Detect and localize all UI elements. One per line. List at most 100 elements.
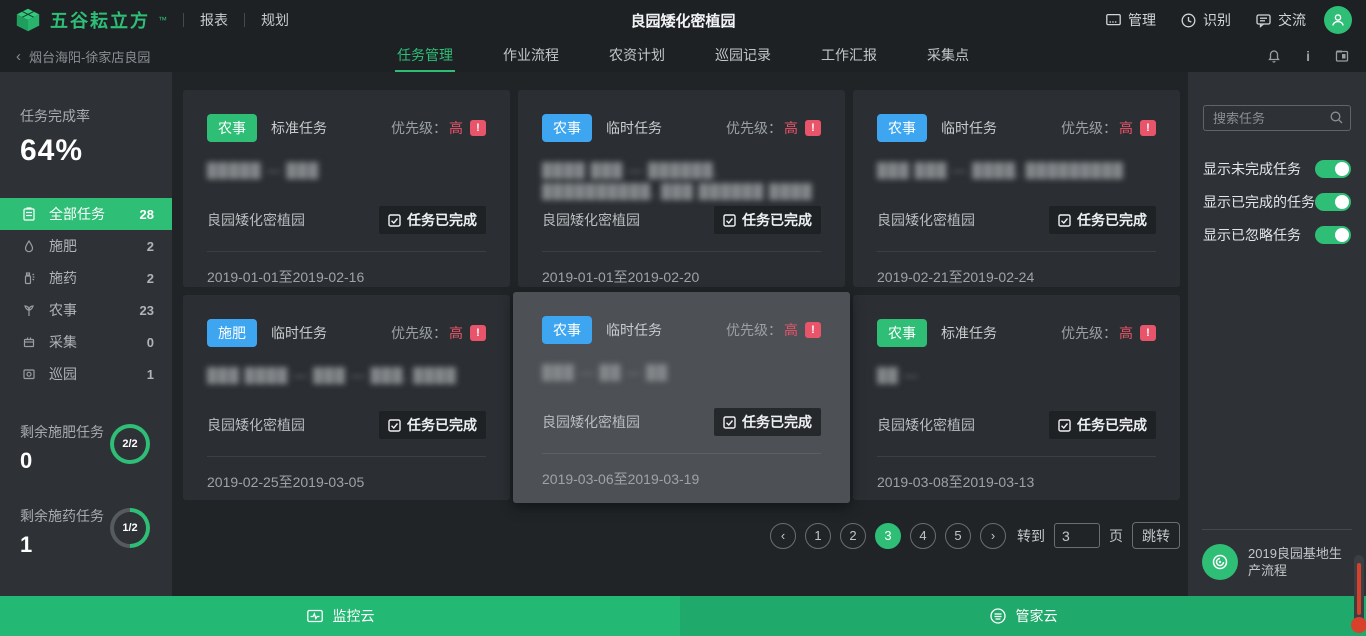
pesticide-icon <box>22 271 36 285</box>
sidebar-item-count: 2 <box>147 271 154 286</box>
nav-reports[interactable]: 报表 <box>200 10 228 30</box>
top-right-menu: 管理 识别 交流 <box>1081 6 1352 34</box>
tab-agri-plan[interactable]: 农资计划 <box>607 40 667 72</box>
task-card[interactable]: 施肥 临时任务 优先级： 高 ! ███ ████ — ███ — ███, █… <box>183 295 510 500</box>
page-button-5[interactable]: 5 <box>945 523 971 549</box>
sidebar-item-pesticide[interactable]: 施药 2 <box>0 262 172 294</box>
checked-box-icon <box>723 214 736 227</box>
sub-bar: ‹ 烟台海阳-徐家店良园 任务管理 作业流程 农资计划 巡园记录 工作汇报 采集… <box>0 40 1366 72</box>
task-card[interactable]: 农事 标准任务 优先级： 高 ! █████ — ███ 良园矮化密植园 任务已… <box>183 90 510 287</box>
page-button-2[interactable]: 2 <box>840 523 866 549</box>
breadcrumb-label: 烟台海阳-徐家店良园 <box>29 47 150 66</box>
toggle-label-ignored: 显示已忽略任务 <box>1203 225 1301 245</box>
page-button-4[interactable]: 4 <box>910 523 936 549</box>
task-title-redacted: ███ ████ — ███ — ███, ████ <box>207 365 486 407</box>
task-card[interactable]: 农事 标准任务 优先级： 高 ! ██ — 良园矮化密植园 任务已完成 <box>853 295 1180 500</box>
process-logo-icon <box>1202 544 1238 580</box>
tab-work-flow[interactable]: 作业流程 <box>501 40 561 72</box>
toggle-show-completed[interactable] <box>1315 193 1351 211</box>
task-location: 良园矮化密植园 <box>207 210 305 230</box>
brand-logo[interactable]: 五谷耘立方 ™ <box>14 6 167 34</box>
footer-butler-cloud[interactable]: 管家云 <box>680 596 1366 636</box>
task-location: 良园矮化密植园 <box>877 415 975 435</box>
task-status-label: 任务已完成 <box>1077 210 1147 230</box>
priority-label: 优先级： <box>726 320 782 340</box>
user-avatar[interactable] <box>1324 6 1352 34</box>
farming-icon <box>22 303 36 317</box>
priority-alert-icon: ! <box>470 120 486 136</box>
toggle-show-unfinished[interactable] <box>1315 160 1351 178</box>
task-date-range: 2019-01-01至2019-02-20 <box>542 251 821 287</box>
task-card-selected[interactable]: 农事 临时任务 优先级： 高 ! ███ — ██ — ██ 良园矮化密植园 任… <box>513 292 850 503</box>
sidebar-item-patrol[interactable]: 巡园 1 <box>0 358 172 390</box>
sidebar-item-count: 2 <box>147 239 154 254</box>
task-type: 标准任务 <box>271 118 327 138</box>
task-location: 良园矮化密植园 <box>542 412 640 432</box>
info-icon[interactable]: i <box>1306 48 1310 64</box>
scrollbar-thumb[interactable] <box>1351 617 1366 633</box>
tab-bar: 任务管理 作业流程 农资计划 巡园记录 工作汇报 采集点 <box>395 40 971 72</box>
sidebar-item-farming[interactable]: 农事 23 <box>0 294 172 326</box>
priority-alert-icon: ! <box>1140 120 1156 136</box>
progress-ring-label: 2/2 <box>114 428 146 460</box>
goto-page-input[interactable] <box>1054 523 1100 548</box>
page-body: 任务完成率 64% 全部任务 28 施 <box>0 72 1366 596</box>
footer-right-label: 管家云 <box>1016 606 1058 626</box>
task-status-label: 任务已完成 <box>407 210 477 230</box>
divider <box>244 13 245 27</box>
page-button-1[interactable]: 1 <box>805 523 831 549</box>
task-location: 良园矮化密植园 <box>542 210 640 230</box>
task-status-badge: 任务已完成 <box>714 206 821 234</box>
sidebar-item-fertilize[interactable]: 施肥 2 <box>0 230 172 262</box>
menu-chat[interactable]: 交流 <box>1255 10 1306 30</box>
menu-chat-label: 交流 <box>1278 10 1306 30</box>
task-date-range: 2019-02-25至2019-03-05 <box>207 456 486 500</box>
tab-patrol-records[interactable]: 巡园记录 <box>713 40 773 72</box>
page-unit-label: 页 <box>1109 526 1123 546</box>
checked-box-icon <box>1058 214 1071 227</box>
next-page-button[interactable]: › <box>980 523 1006 549</box>
remaining-fertilize-block: 剩余施肥任务 0 2/2 <box>0 422 172 474</box>
tab-task-management[interactable]: 任务管理 <box>395 40 455 72</box>
priority-label: 优先级： <box>391 118 447 138</box>
menu-recognize[interactable]: 识别 <box>1180 10 1231 30</box>
task-tag: 施肥 <box>207 319 257 347</box>
task-priority: 优先级： 高 ! <box>726 320 821 340</box>
production-process-link[interactable]: 2019良园基地生产流程 <box>1202 529 1352 596</box>
monitor-icon <box>1105 12 1122 29</box>
tab-collection-points[interactable]: 采集点 <box>925 40 971 72</box>
page-button-3-active[interactable]: 3 <box>875 523 901 549</box>
back-chevron-icon: ‹ <box>16 48 21 65</box>
search-icon[interactable] <box>1329 110 1344 125</box>
priority-value: 高 <box>449 323 463 343</box>
breadcrumb-back[interactable]: ‹ 烟台海阳-徐家店良园 <box>16 47 150 66</box>
task-card[interactable]: 农事 临时任务 优先级： 高 ! ███ ███ — ████, ███████… <box>853 90 1180 287</box>
divider <box>183 13 184 27</box>
jump-button[interactable]: 跳转 <box>1132 522 1180 549</box>
sidebar-item-collect[interactable]: 采集 0 <box>0 326 172 358</box>
nav-planning[interactable]: 规划 <box>261 10 289 30</box>
tab-work-report[interactable]: 工作汇报 <box>819 40 879 72</box>
menu-manage[interactable]: 管理 <box>1105 10 1156 30</box>
footer-monitor-cloud[interactable]: 监控云 <box>0 596 680 636</box>
priority-value: 高 <box>784 320 798 340</box>
task-tag: 农事 <box>542 316 592 344</box>
monitor-cloud-icon <box>306 607 324 625</box>
task-title-redacted: ███ — ██ — ██ <box>542 362 821 404</box>
cube-logo-icon <box>14 6 42 34</box>
prev-page-button[interactable]: ‹ <box>770 523 796 549</box>
toggle-show-ignored[interactable] <box>1315 226 1351 244</box>
task-status-label: 任务已完成 <box>1077 415 1147 435</box>
bell-icon[interactable] <box>1266 48 1282 64</box>
task-date-range: 2019-02-21至2019-02-24 <box>877 251 1156 287</box>
sidebar-item-all-tasks[interactable]: 全部任务 28 <box>0 198 172 230</box>
priority-label: 优先级： <box>391 323 447 343</box>
toggle-label-completed: 显示已完成的任务 <box>1203 192 1315 212</box>
panel-icon[interactable] <box>1334 48 1350 64</box>
task-card[interactable]: 农事 临时任务 优先级： 高 ! ████ ███ — ██████, ████… <box>518 90 845 287</box>
task-filter-menu: 全部任务 28 施肥 2 施药 <box>0 198 172 390</box>
progress-ring: 2/2 <box>110 424 150 464</box>
checked-box-icon <box>723 416 736 429</box>
checked-box-icon <box>1058 419 1071 432</box>
scrollbar-thermometer[interactable] <box>1354 555 1364 633</box>
